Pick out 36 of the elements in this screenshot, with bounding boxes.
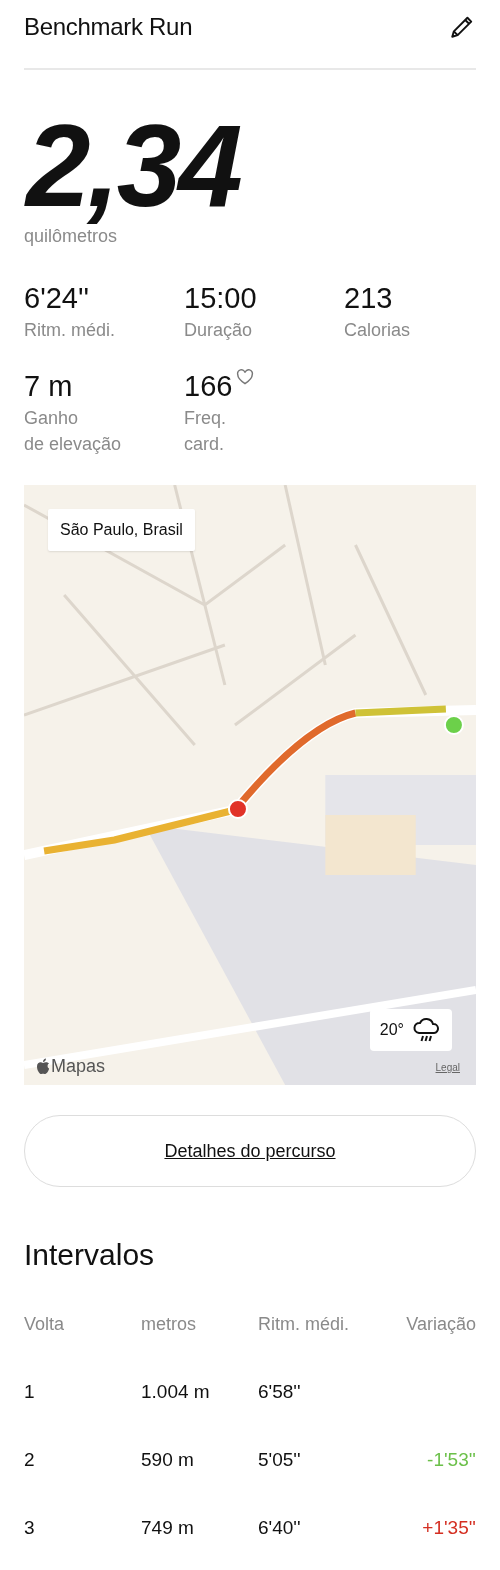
stat-value: 7 m <box>24 369 73 403</box>
variation-cell-text: +1'35'' <box>421 1516 476 1540</box>
stat-value: 166 <box>184 369 233 403</box>
heart-icon <box>236 369 255 385</box>
stat-label: Ritm. médi. <box>24 319 116 342</box>
map-attribution: Mapas <box>51 1056 106 1077</box>
legal-link[interactable]: Legal <box>435 1062 460 1073</box>
intervals-heading: Intervalos <box>24 1237 156 1273</box>
distance-cell-text: 749 m <box>141 1516 195 1540</box>
edit-icon <box>449 14 475 40</box>
lap-cell-text: 3 <box>24 1516 36 1540</box>
pace-cell-text: 6'40'' <box>258 1516 302 1540</box>
column-header: metros <box>141 1313 197 1336</box>
location-label: São Paulo, Brasil <box>48 509 195 551</box>
stat-label: Calorias <box>344 319 412 342</box>
column-header: Volta <box>24 1313 66 1336</box>
stat-value: 15:00 <box>184 281 257 315</box>
column-header: Variação <box>406 1313 476 1336</box>
pace-cell-text: 5'05'' <box>258 1448 302 1472</box>
pace-cell-text: 6'58'' <box>258 1380 302 1404</box>
route-details-button[interactable]: Detalhes do percurso <box>24 1115 476 1187</box>
apple-logo-icon <box>36 1058 50 1075</box>
lap-cell-text: 1 <box>24 1380 36 1404</box>
column-header: Ritm. médi. <box>258 1313 350 1336</box>
stat-label: Freq. card. <box>184 407 227 456</box>
stat-label: Duração <box>184 319 254 342</box>
variation-cell-text: -1'53'' <box>426 1448 476 1472</box>
stat-label: Ganho de elevação <box>24 407 123 456</box>
temperature: 20° <box>379 1021 404 1039</box>
distance-cell-text: 590 m <box>141 1448 195 1472</box>
run-title: Benchmark Run <box>24 13 193 41</box>
distance-cell-text: 1.004 m <box>141 1380 211 1404</box>
stat-value: 213 <box>344 281 393 315</box>
stat-value: 6'24'' <box>24 281 89 315</box>
distance-unit: quilômetros <box>24 226 119 247</box>
lap-cell-text: 2 <box>24 1448 36 1472</box>
